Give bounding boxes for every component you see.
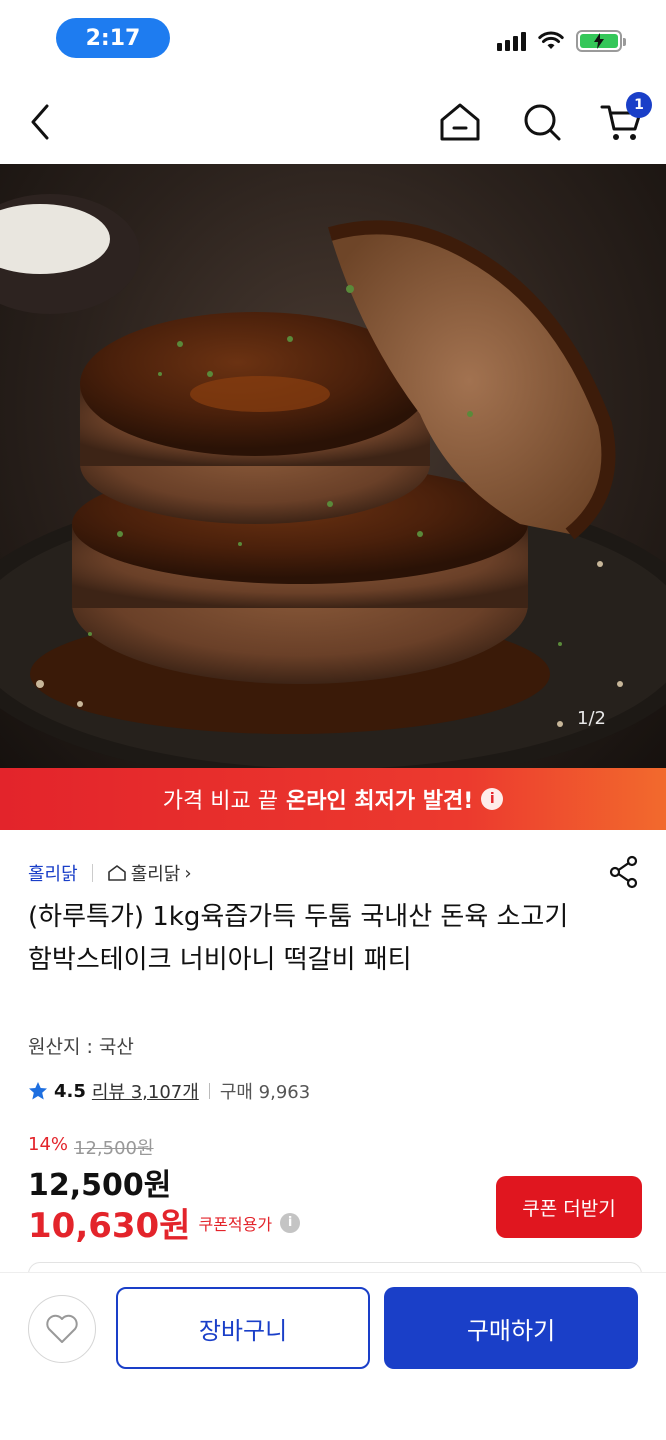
purchase-count: 구매 9,963 xyxy=(219,1082,311,1103)
wifi-icon xyxy=(538,31,564,49)
buy-now-button[interactable]: 구매하기 xyxy=(384,1287,638,1369)
hamburg-steak-photo xyxy=(0,194,666,768)
coupon-price: 10,630원 xyxy=(28,1206,191,1246)
bottom-action-bar: 장바구니 구매하기 xyxy=(0,1272,666,1440)
brand-row: 홀리닭 홀리닭 › xyxy=(28,858,192,888)
heart-icon xyxy=(46,1314,78,1343)
coupon-price-row: 10,630원 쿠폰적용가 i xyxy=(28,1198,301,1247)
wishlist-button[interactable] xyxy=(28,1295,96,1363)
rating-row: 4.5 리뷰 3,107개 구매 9,963 xyxy=(28,1078,310,1104)
product-title: (하루특가) 1kg육즙가득 두툼 국내산 돈육 소고기 함박스테이크 너비아니… xyxy=(28,902,569,975)
share-icon xyxy=(609,855,638,889)
image-page-indicator: 1/2 xyxy=(577,708,606,729)
status-bar: 2:17 xyxy=(0,0,666,80)
cart-count-badge: 1 xyxy=(626,92,652,118)
promo-text-bold: 온라인 최저가 발견! xyxy=(285,789,474,814)
share-button[interactable] xyxy=(606,854,642,890)
store-home-icon xyxy=(107,865,126,881)
brand-name[interactable]: 홀리닭 xyxy=(28,860,78,886)
discount-row: 14% 12,500원 xyxy=(28,1134,154,1160)
search-button[interactable] xyxy=(518,98,566,146)
star-icon xyxy=(29,1082,47,1100)
lowest-price-banner[interactable]: 가격 비교 끝 온라인 최저가 발견! i xyxy=(0,768,666,830)
search-icon xyxy=(524,104,561,141)
battery-icon xyxy=(576,30,626,52)
add-to-cart-button[interactable]: 장바구니 xyxy=(116,1287,370,1369)
rating-divider xyxy=(208,1083,210,1099)
chevron-right-icon: › xyxy=(184,862,192,884)
status-icons xyxy=(497,30,626,52)
info-icon[interactable]: i xyxy=(481,788,504,810)
promo-text-regular: 가격 비교 끝 xyxy=(162,789,278,814)
review-count-link[interactable]: 리뷰 3,107개 xyxy=(92,1078,199,1104)
home-icon xyxy=(440,103,480,141)
cart-button[interactable]: 1 xyxy=(598,92,652,146)
coupon-price-label: 쿠폰적용가 xyxy=(198,1214,273,1234)
origin-info: 원산지 : 국산 xyxy=(28,1036,134,1058)
chevron-left-icon xyxy=(31,104,49,140)
back-button[interactable] xyxy=(16,98,64,146)
cellular-signal-icon xyxy=(497,31,526,51)
rating-score: 4.5 xyxy=(54,1080,86,1102)
top-nav-bar: 1 xyxy=(0,80,666,164)
product-image-carousel[interactable]: 1/2 xyxy=(0,164,666,768)
store-link-label: 홀리닭 xyxy=(130,864,181,885)
coupon-info-icon[interactable]: i xyxy=(280,1212,301,1233)
more-coupons-button[interactable]: 쿠폰 더받기 xyxy=(496,1176,642,1238)
original-price: 12,500원 xyxy=(74,1138,154,1159)
home-button[interactable] xyxy=(436,98,484,146)
discount-percent: 14% xyxy=(28,1134,69,1155)
status-time: 2:17 xyxy=(56,18,170,58)
store-link[interactable]: 홀리닭 › xyxy=(107,860,192,886)
brand-divider xyxy=(91,864,93,882)
